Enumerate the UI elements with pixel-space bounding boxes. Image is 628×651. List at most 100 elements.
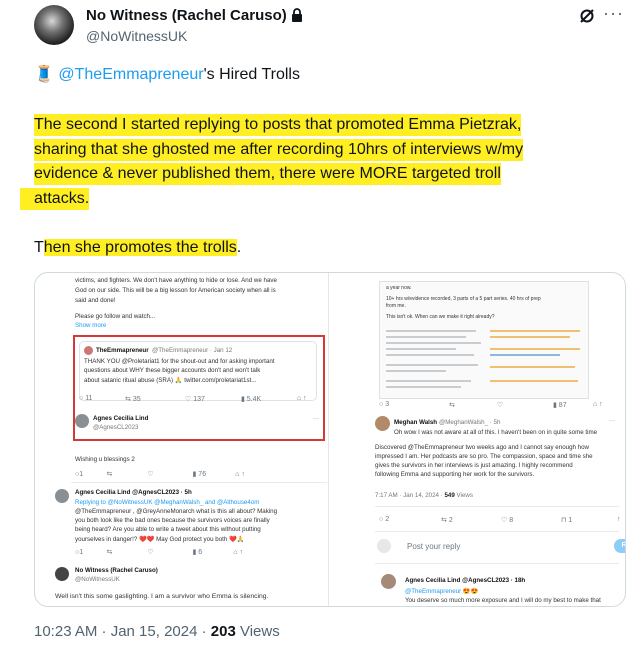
agnes-mention: @TheEmmapreneur 😍😍 bbox=[405, 588, 479, 595]
separator bbox=[71, 482, 327, 483]
grok-icon[interactable] bbox=[578, 7, 596, 30]
views-label: Views bbox=[235, 623, 280, 640]
show-more-link[interactable]: Show more bbox=[75, 322, 106, 329]
reply1-actions[interactable]: ○1 ⇆ ♡ ▮ 76 ⌂ ↑ bbox=[75, 470, 245, 478]
reply2-line-5: yourselves in danger!? ❤️❤️ May God prot… bbox=[75, 536, 245, 543]
paragraph-2: Then she promotes the trolls. bbox=[34, 237, 241, 259]
agnes-text: You deserve so much more exposure and I … bbox=[405, 597, 601, 604]
quote-like-count[interactable]: ♡ 137 bbox=[185, 395, 205, 403]
meghan-like[interactable]: ♡ 8 bbox=[501, 516, 513, 524]
thread-title: 🧵 @TheEmmapreneur's Hired Trolls bbox=[34, 64, 300, 86]
embed-share[interactable]: ⌂ ↑ bbox=[593, 401, 603, 408]
agnes-header: Agnes Cecilia Lind @AgnesCL2023 · 18h bbox=[405, 577, 526, 584]
p2-end: . bbox=[236, 239, 242, 256]
reply3-text: Well isn't this some gaslighting. I am a… bbox=[55, 593, 269, 600]
reply2-actions[interactable]: ○1 ⇆ ♡ ▮ 6 ⌂ ↑ bbox=[75, 548, 243, 556]
paragraph-line-4: attacks. bbox=[20, 188, 90, 210]
embed-line-3: from me. bbox=[386, 303, 406, 309]
reply2-line-1: Replying to @NoWitnessUK @MeghanWalsh_ a… bbox=[75, 499, 260, 506]
author-name[interactable]: No Witness (Rachel Caruso) bbox=[86, 7, 303, 24]
quote-share[interactable]: ⌂ ↑ bbox=[297, 395, 307, 402]
meghan-views-num: 549 bbox=[444, 492, 455, 499]
quote-reply-count[interactable]: ○ 11 bbox=[79, 395, 92, 402]
meghan-like-num: 8 bbox=[509, 517, 514, 524]
embed-repost[interactable]: ⇆ bbox=[449, 401, 455, 409]
thread-title-rest: 's Hired Trolls bbox=[203, 66, 300, 83]
quoted-tweet-card[interactable]: TheEmmapreneur @TheEmmapreneur · Jan 12 … bbox=[79, 341, 317, 401]
reply1-name: Agnes Cecilia Lind bbox=[93, 415, 149, 422]
meghan-repost-num: 2 bbox=[448, 517, 453, 524]
meghan-bookmark-num: 1 bbox=[568, 517, 573, 524]
quote-text-1: THANK YOU @Proletariat1 for the shout-ou… bbox=[84, 358, 275, 365]
separator bbox=[375, 506, 619, 507]
author-name-text[interactable]: No Witness (Rachel Caruso) bbox=[86, 7, 287, 24]
meghan-views-label: Views bbox=[454, 492, 473, 499]
meghan-timestamp: 7:17 AM · Jan 14, 2024 · 549 Views bbox=[375, 492, 473, 499]
post-reply-input[interactable]: Post your reply bbox=[407, 542, 460, 551]
left-follow-text: Please go follow and watch... bbox=[75, 313, 156, 320]
reply1-handle: @AgnesCL2023 bbox=[93, 424, 139, 431]
reply1-more-icon[interactable]: ··· bbox=[313, 415, 319, 422]
meghan-repost[interactable]: ⇆ 2 bbox=[441, 516, 453, 524]
mention-link[interactable]: @TheEmmapreneur bbox=[58, 66, 203, 83]
meghan-bookmark[interactable]: ⊓ 1 bbox=[561, 516, 572, 524]
spool-of-thread-emoji: 🧵 bbox=[34, 66, 54, 83]
quote-view-count[interactable]: ▮ 5.4K bbox=[241, 395, 261, 403]
nowitness-avatar bbox=[55, 567, 69, 581]
agnes-avatar bbox=[75, 414, 89, 428]
author-avatar[interactable] bbox=[34, 5, 74, 45]
embed-views-num: 87 bbox=[558, 402, 567, 409]
separator bbox=[375, 531, 619, 532]
views-count: 203 bbox=[210, 623, 236, 640]
attached-media[interactable]: victims, and fighters. We don't have any… bbox=[34, 272, 626, 607]
quote-repost-num: 35 bbox=[132, 396, 141, 403]
post-timestamp[interactable]: 10:23 AM · Jan 15, 2024 · 203 Views bbox=[34, 623, 280, 640]
meghan-reply-num: 2 bbox=[385, 516, 390, 523]
paragraph-line-3: evidence & never published them, there w… bbox=[34, 163, 501, 185]
quote-like-num: 137 bbox=[193, 396, 205, 403]
p2-plain: T bbox=[34, 239, 44, 256]
embed-reply[interactable]: ○ 3 bbox=[379, 401, 389, 408]
reply2-line-3: you both look like the bad ones because … bbox=[75, 517, 270, 524]
wishing-text: Wishing u blessings 2 bbox=[75, 456, 135, 463]
meghan-share-icon[interactable]: ↑ bbox=[617, 516, 621, 523]
embed-views[interactable]: ▮ 87 bbox=[553, 401, 567, 409]
embed-line-2: 10+ hrs w/evidence recorded, 3 parts of … bbox=[386, 296, 541, 302]
paragraph-line-1: The second I started replying to posts t… bbox=[34, 114, 522, 136]
quote-repost-count[interactable]: ⇆ 35 bbox=[125, 395, 141, 403]
p2-highlight: hen she promotes the trolls bbox=[43, 239, 237, 256]
quote-text-2: questions about WHY these bigger account… bbox=[84, 367, 261, 374]
more-icon[interactable]: ··· bbox=[603, 3, 624, 24]
meghan-time: 7:17 AM · Jan 14, 2024 · bbox=[375, 492, 445, 499]
meghan-handle: @MeghanWalsh_ · 5h bbox=[439, 419, 501, 426]
quote-text-3: about satanic ritual abuse (SRA) 🙏 twitt… bbox=[84, 377, 257, 384]
reply2-header: Agnes Cecilia Lind @AgnesCL2023 · 5h bbox=[75, 489, 192, 496]
footer-time[interactable]: 10:23 AM · Jan 15, 2024 · bbox=[34, 623, 211, 640]
embedded-screenshot: a year now. 10+ hrs w/evidence recorded,… bbox=[379, 281, 589, 399]
agnes-avatar-2 bbox=[55, 489, 69, 503]
left-top-line-3: said and done! bbox=[75, 297, 116, 304]
embed-reply-num: 3 bbox=[385, 401, 390, 408]
reply2-line-4: being heard? Are you able to write a twe… bbox=[75, 526, 261, 533]
reply-button[interactable]: Reply bbox=[614, 539, 625, 553]
meghan-text-3: gives the survivors in her interviews is… bbox=[375, 462, 573, 469]
meghan-text-2: impressed I am. Her podcasts are so pro.… bbox=[375, 453, 593, 460]
quote-avatar bbox=[84, 346, 93, 355]
right-screenshot[interactable]: a year now. 10+ hrs w/evidence recorded,… bbox=[331, 273, 625, 606]
quote-handle: @TheEmmapreneur · Jan 12 bbox=[152, 347, 233, 354]
agnes-avatar-3 bbox=[381, 574, 396, 589]
reply3-handle: @NoWitnessUK bbox=[75, 576, 120, 583]
author-handle[interactable]: @NoWitnessUK bbox=[86, 28, 187, 44]
meghan-more-icon[interactable]: ··· bbox=[609, 417, 615, 424]
viewer-avatar bbox=[377, 539, 391, 553]
quote-view-num: 5.4K bbox=[246, 396, 262, 403]
meghan-text-4: following Emma and supporting her work f… bbox=[375, 471, 535, 478]
left-screenshot[interactable]: victims, and fighters. We don't have any… bbox=[35, 273, 329, 606]
separator bbox=[375, 563, 619, 564]
embed-like[interactable]: ♡ bbox=[497, 401, 503, 409]
embed-line-4: This isn't ok. When can we make it right… bbox=[386, 314, 495, 320]
reply3-name: No Witness (Rachel Caruso) bbox=[75, 567, 158, 574]
left-top-line-1: victims, and fighters. We don't have any… bbox=[75, 277, 277, 284]
meghan-reply[interactable]: ○ 2 bbox=[379, 516, 389, 523]
quote-reply-num: 11 bbox=[85, 395, 93, 402]
